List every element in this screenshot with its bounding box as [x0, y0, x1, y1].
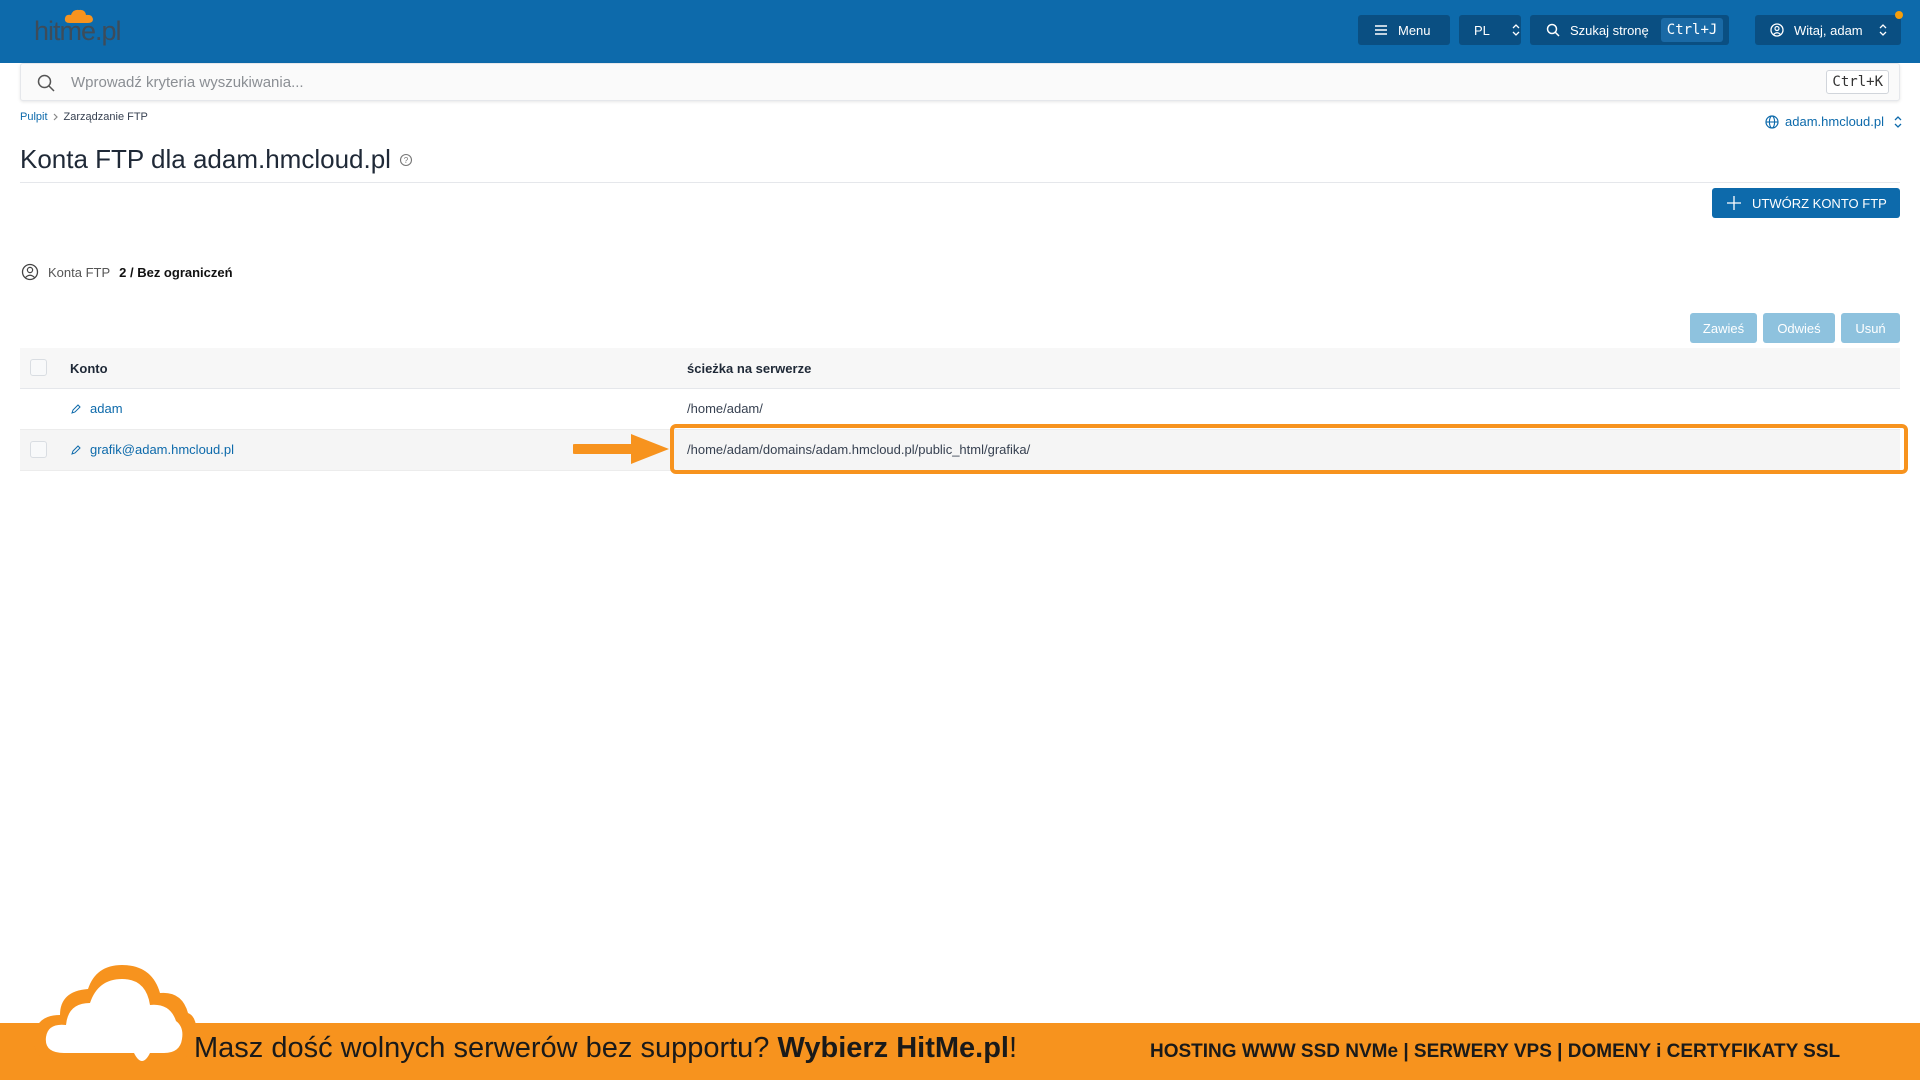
language-select[interactable]: PL: [1459, 15, 1521, 45]
pencil-icon[interactable]: [70, 444, 82, 456]
page-title-text: Konta FTP dla adam.hmcloud.pl: [20, 144, 391, 174]
search-icon: [37, 74, 55, 92]
top-navigation-bar: hitme.pl Menu PL Szukaj stronę Ctrl+J Wi…: [0, 0, 1920, 63]
account-cell: grafik@adam.hmcloud.pl: [70, 442, 234, 457]
suspend-button[interactable]: Zawieś: [1690, 313, 1757, 343]
globe-icon: [1765, 114, 1779, 129]
row-checkbox[interactable]: [30, 441, 47, 458]
page-search-label: Szukaj stronę: [1570, 22, 1649, 38]
plus-icon: [1727, 196, 1741, 210]
search-shortcut-kbd: Ctrl+K: [1826, 70, 1889, 94]
global-search-bar[interactable]: Wprowadź kryteria wyszukiwania... Ctrl+K: [20, 63, 1900, 101]
pencil-icon[interactable]: [70, 403, 82, 415]
banner-slogan-text: Masz dość wolnych serwerów bez supportu?: [194, 1032, 770, 1064]
annotation-highlight-box: [670, 424, 1908, 474]
banner-services: HOSTING WWW SSD NVMe | SERWERY VPS | DOM…: [1150, 1041, 1841, 1062]
user-menu-button[interactable]: Witaj, adam: [1755, 15, 1901, 45]
domain-selector[interactable]: adam.hmcloud.pl: [1765, 114, 1902, 129]
banner-slogan-end: !: [1009, 1032, 1018, 1064]
stats-value: 2 / Bez ograniczeń: [119, 264, 233, 280]
banner-slogan: Masz dość wolnych serwerów bez supportu?…: [194, 1032, 1017, 1065]
user-circle-icon: [1770, 23, 1784, 37]
create-ftp-account-button[interactable]: UTWÓRZ KONTO FTP: [1712, 188, 1900, 218]
page-title: Konta FTP dla adam.hmcloud.pl ?: [20, 144, 413, 175]
search-icon: [1546, 23, 1560, 37]
svg-text:?: ?: [404, 156, 409, 165]
domain-selector-label: adam.hmcloud.pl: [1785, 114, 1884, 129]
column-header-account[interactable]: Konto: [70, 361, 108, 376]
ftp-accounts-stats: Konta FTP 2 / Bez ograniczeń: [21, 263, 233, 281]
search-input[interactable]: Wprowadź kryteria wyszukiwania...: [71, 74, 304, 91]
delete-button[interactable]: Usuń: [1841, 313, 1900, 343]
language-label: PL: [1474, 22, 1490, 38]
chevron-updown-icon: [1512, 24, 1520, 36]
chevron-right-icon: [53, 113, 58, 121]
banner-slogan-brand: Wybierz HitMe.pl: [777, 1032, 1010, 1064]
annotation-arrow-icon: [573, 434, 669, 464]
search-shortcut-kbd: Ctrl+J: [1660, 18, 1724, 42]
breadcrumb-home-link[interactable]: Pulpit: [20, 111, 48, 123]
chevron-updown-icon: [1879, 24, 1887, 36]
stats-label: Konta FTP: [48, 264, 111, 280]
title-divider: [20, 182, 1900, 183]
breadcrumb: Pulpit Zarządzanie FTP: [20, 111, 148, 123]
suspend-label: Zawieś: [1702, 320, 1745, 336]
user-circle-icon: [21, 263, 39, 281]
menu-label: Menu: [1398, 22, 1431, 38]
select-all-checkbox[interactable]: [30, 359, 47, 376]
hamburger-icon: [1375, 25, 1387, 35]
delete-label: Usuń: [1855, 320, 1886, 336]
menu-button[interactable]: Menu: [1358, 15, 1450, 45]
logo-text: hitme.pl: [34, 16, 122, 46]
chevron-updown-icon: [1894, 115, 1902, 128]
account-cell: adam: [70, 401, 123, 416]
user-greeting: Witaj, adam: [1794, 22, 1863, 38]
create-ftp-account-label: UTWÓRZ KONTO FTP: [1752, 195, 1887, 211]
table-header: Konto ścieżka na serwerze: [20, 348, 1900, 389]
notification-dot: [1895, 11, 1903, 19]
hitme-logo[interactable]: hitme.pl: [34, 8, 164, 50]
account-link[interactable]: grafik@adam.hmcloud.pl: [90, 442, 234, 457]
path-cell: /home/adam/: [687, 401, 763, 416]
breadcrumb-current: Zarządzanie FTP: [63, 111, 148, 123]
page-search-button[interactable]: Szukaj stronę Ctrl+J: [1530, 15, 1729, 45]
help-icon[interactable]: ?: [399, 153, 413, 167]
banner-cloud-icon: [33, 965, 197, 1061]
unsuspend-button[interactable]: Odwieś: [1763, 313, 1835, 343]
unsuspend-label: Odwieś: [1777, 320, 1821, 336]
account-link[interactable]: adam: [90, 401, 123, 416]
column-header-path[interactable]: ścieżka na serwerze: [687, 361, 811, 376]
